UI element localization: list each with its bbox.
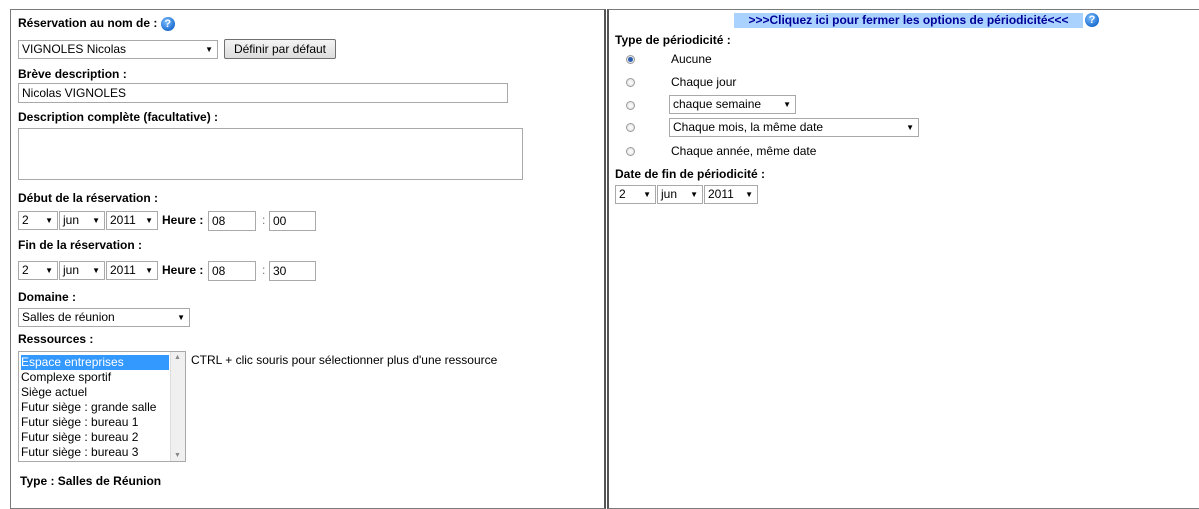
resource-option[interactable]: Futur siège : bureau 1 [21,415,169,430]
domain-value: Salles de réunion [22,310,115,324]
scroll-down-icon[interactable]: ▼ [174,452,181,459]
start-day-value: 2 [22,213,29,227]
start-hour-label: Heure : [162,213,204,227]
dropdown-arrow-icon: ▼ [92,266,100,275]
end-date-year-select[interactable]: 2011 ▼ [704,185,758,204]
short-description-label: Brève description : [18,67,127,81]
weekly-select[interactable]: chaque semaine ▼ [669,95,796,114]
end-date-day-value: 2 [619,187,626,201]
option-none-label: Aucune [671,52,712,66]
radio-monthly[interactable] [626,123,635,132]
end-month-value: jun [63,263,80,277]
domain-select[interactable]: Salles de réunion ▼ [18,308,190,327]
reservation-name-label: Réservation au nom de : ? [18,16,175,31]
end-date-day-select[interactable]: 2 ▼ [615,185,656,204]
periodicity-panel: >>>Cliquez ici pour fermer les options d… [607,9,1199,509]
reservation-form-panel: Réservation au nom de : ? VIGNOLES Nicol… [10,9,606,509]
radio-none[interactable] [626,55,635,64]
set-default-button[interactable]: Définir par défaut [224,39,336,59]
dropdown-arrow-icon: ▼ [92,216,100,225]
start-month-value: jun [63,213,80,227]
radio-weekly[interactable] [626,101,635,110]
start-label: Début de la réservation : [18,191,159,205]
dropdown-arrow-icon: ▼ [906,123,914,132]
dropdown-arrow-icon: ▼ [145,216,153,225]
domain-label: Domaine : [18,290,77,304]
resources-label: Ressources : [18,332,94,346]
dropdown-arrow-icon: ▼ [205,45,213,54]
end-label: Fin de la réservation : [18,238,143,252]
reservation-name-value: VIGNOLES Nicolas [22,42,127,56]
monthly-select[interactable]: Chaque mois, la même date ▼ [669,118,919,137]
reservation-name-label-text: Réservation au nom de : [18,16,158,30]
end-date-label: Date de fin de périodicité : [615,167,766,181]
dropdown-arrow-icon: ▼ [45,266,53,275]
start-year-select[interactable]: 2011 ▼ [106,211,158,230]
help-icon[interactable]: ? [160,16,175,31]
resources-listbox[interactable]: Espace entreprises Complexe sportif Sièg… [18,351,186,462]
resource-option[interactable]: Siège actuel [21,385,169,400]
dropdown-arrow-icon: ▼ [783,100,791,109]
dropdown-arrow-icon: ▼ [690,190,698,199]
start-time-separator: : [262,213,266,227]
periodicity-toggle-bar[interactable]: >>>Cliquez ici pour fermer les options d… [734,13,1083,28]
resource-type: Type : Salles de Réunion [20,474,162,488]
end-date-month-select[interactable]: jun ▼ [657,185,703,204]
end-hour-input[interactable]: 08 [208,261,256,281]
full-description-label: Description complète (facultative) : [18,110,219,124]
resources-scrollbar[interactable]: ▲ ▼ [170,352,185,461]
end-month-select[interactable]: jun ▼ [59,261,105,280]
option-yearly-label: Chaque année, même date [671,144,817,158]
close-periodicity-link[interactable]: >>>Cliquez ici pour fermer les options d… [734,13,1083,28]
short-description-input[interactable]: Nicolas VIGNOLES [18,83,508,103]
end-time-separator: : [262,263,266,277]
monthly-select-value: Chaque mois, la même date [673,120,824,134]
end-day-value: 2 [22,263,29,277]
resource-option[interactable]: Futur siège : grande salle [21,400,169,415]
radio-daily[interactable] [626,78,635,87]
help-icon[interactable]: ? [1085,13,1099,27]
resource-option[interactable]: Futur siège : bureau 2 [21,430,169,445]
resources-hint: CTRL + clic souris pour sélectionner plu… [191,353,498,367]
end-hour-label: Heure : [162,263,204,277]
end-day-select[interactable]: 2 ▼ [18,261,58,280]
dropdown-arrow-icon: ▼ [145,266,153,275]
weekly-select-value: chaque semaine [673,97,762,111]
full-description-textarea[interactable] [18,128,523,180]
dropdown-arrow-icon: ▼ [45,216,53,225]
dropdown-arrow-icon: ▼ [177,313,185,322]
dropdown-arrow-icon: ▼ [745,190,753,199]
start-day-select[interactable]: 2 ▼ [18,211,58,230]
dropdown-arrow-icon: ▼ [643,190,651,199]
start-minute-input[interactable]: 00 [269,211,316,231]
reservation-name-select[interactable]: VIGNOLES Nicolas ▼ [18,40,218,59]
radio-yearly[interactable] [626,147,635,156]
end-date-month-value: jun [661,187,678,201]
resource-option[interactable]: Futur siège : bureau 3 [21,445,169,460]
option-daily-label: Chaque jour [671,75,737,89]
end-minute-input[interactable]: 30 [269,261,316,281]
scroll-up-icon[interactable]: ▲ [174,354,181,361]
end-date-year-value: 2011 [708,187,734,201]
start-month-select[interactable]: jun ▼ [59,211,105,230]
end-year-select[interactable]: 2011 ▼ [106,261,158,280]
resource-option[interactable]: Complexe sportif [21,370,169,385]
start-hour-input[interactable]: 08 [208,211,256,231]
start-year-value: 2011 [110,213,136,227]
periodicity-type-label: Type de périodicité : [615,33,731,47]
end-year-value: 2011 [110,263,136,277]
resource-option[interactable]: Espace entreprises [21,355,169,370]
